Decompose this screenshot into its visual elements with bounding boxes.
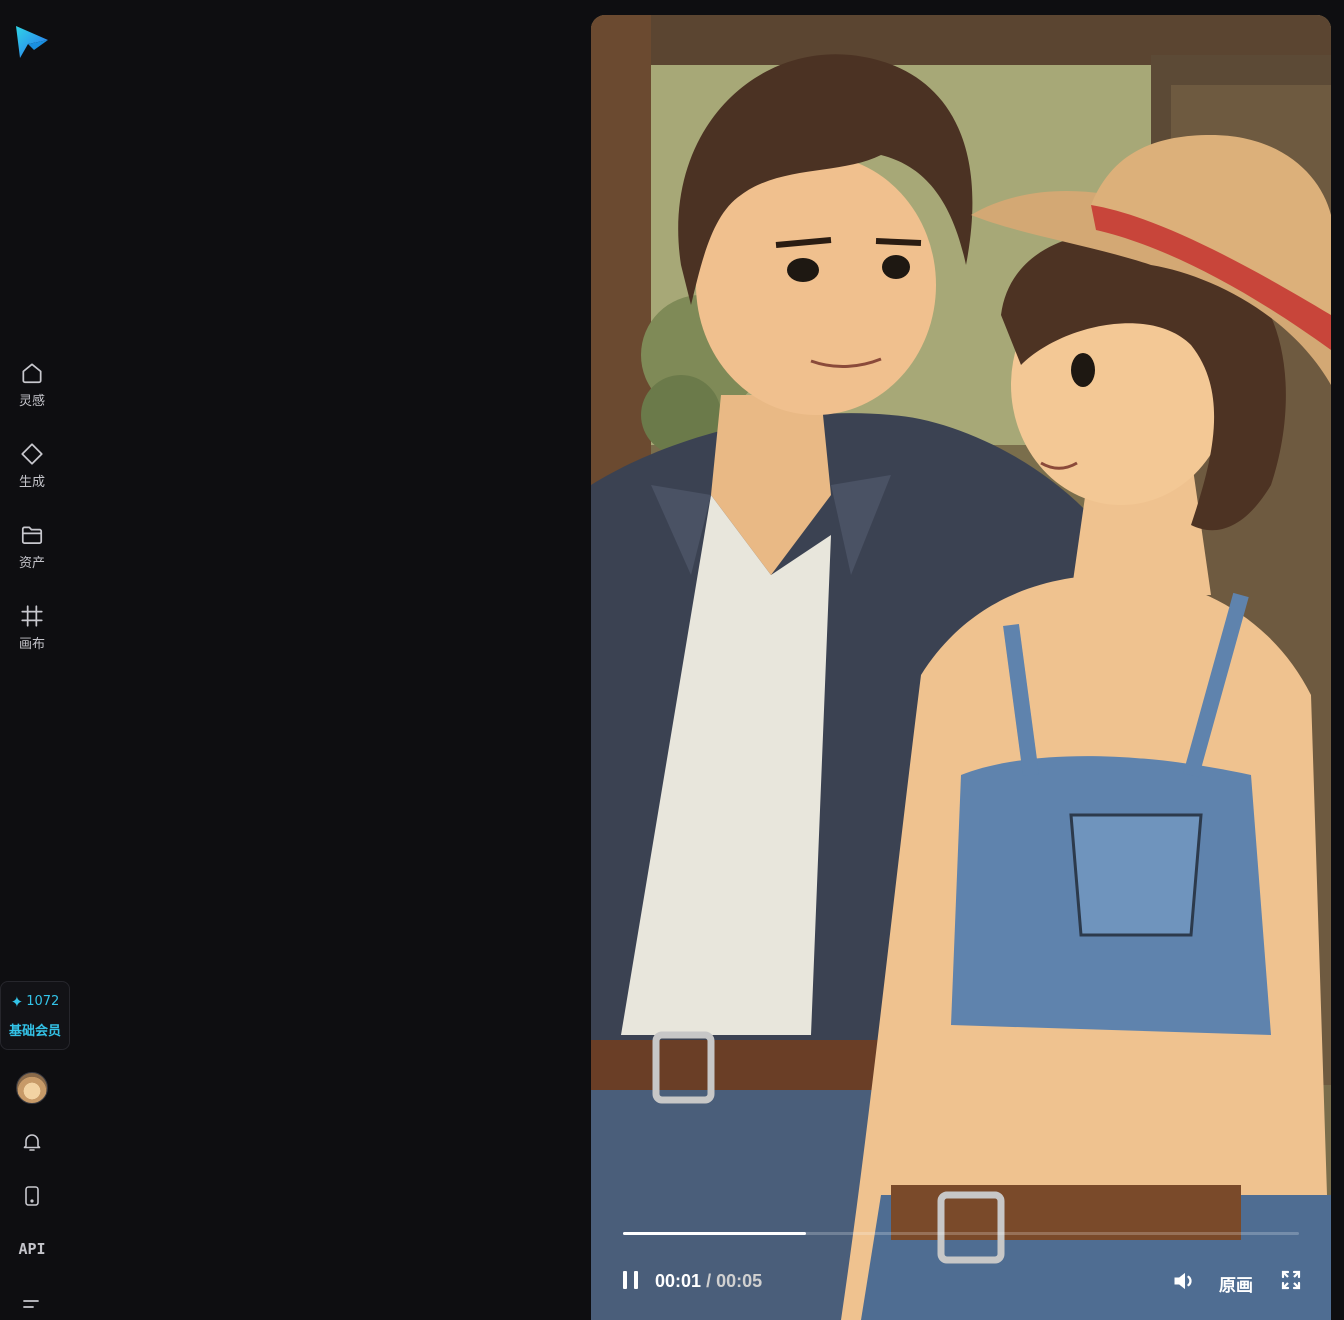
logo-icon [16, 26, 48, 58]
nav-label-assets: 资产 [18, 556, 45, 571]
current-time: 00:01 [655, 1271, 702, 1291]
fullscreen-button[interactable] [1279, 1268, 1303, 1292]
nav-inspiration[interactable]: 灵感 [0, 360, 64, 422]
duration: 00:05 [716, 1271, 763, 1291]
pause-button[interactable] [619, 1268, 643, 1292]
app-logo[interactable] [14, 22, 50, 60]
player-controls: 00:01 / 00:05 原画 [591, 1263, 1331, 1297]
video-frame-image [591, 15, 1331, 1320]
sparkle-icon: ✦ [10, 992, 24, 1011]
time-display: 00:01 / 00:05 [655, 1271, 762, 1292]
menu-icon [23, 1300, 39, 1308]
folder-icon [21, 526, 43, 544]
membership-tier: 基础会员 [8, 1023, 61, 1039]
video-player[interactable]: 00:01 / 00:05 原画 [591, 15, 1331, 1320]
menu-button[interactable] [18, 1290, 46, 1318]
volume-button[interactable] [1171, 1267, 1199, 1295]
nav-label-inspiration: 灵感 [18, 394, 45, 409]
fullscreen-icon [1281, 1270, 1301, 1290]
canvas-icon [21, 605, 43, 627]
api-link[interactable]: API [0, 1240, 64, 1258]
credits-row: ✦ 1072 [11, 993, 60, 1011]
nav-assets[interactable]: 资产 [0, 522, 64, 584]
bell-icon [23, 1134, 41, 1151]
sidebar: 灵感 生成 资产 画布 ✦ 1072 基础会员 API [0, 0, 70, 1320]
phone-icon [25, 1186, 39, 1206]
quality-selector[interactable]: 原画 [1219, 1271, 1253, 1296]
nav-canvas[interactable]: 画布 [0, 603, 64, 665]
mobile-app-button[interactable] [18, 1182, 46, 1210]
volume-icon [1174, 1272, 1192, 1290]
progress-bar[interactable] [623, 1232, 1299, 1235]
nav-label-generate: 生成 [18, 475, 45, 490]
credits-count: 1072 [26, 994, 60, 1009]
home-icon [22, 363, 42, 384]
avatar[interactable] [16, 1072, 48, 1104]
progress-fill [623, 1232, 806, 1235]
diamond-icon [21, 443, 43, 465]
credits-card[interactable]: ✦ 1072 基础会员 [0, 981, 70, 1050]
time-separator: / [706, 1271, 712, 1291]
pause-icon [623, 1271, 638, 1289]
nav-label-canvas: 画布 [18, 637, 45, 652]
notification-button[interactable] [18, 1128, 46, 1156]
nav-generate[interactable]: 生成 [0, 441, 64, 503]
